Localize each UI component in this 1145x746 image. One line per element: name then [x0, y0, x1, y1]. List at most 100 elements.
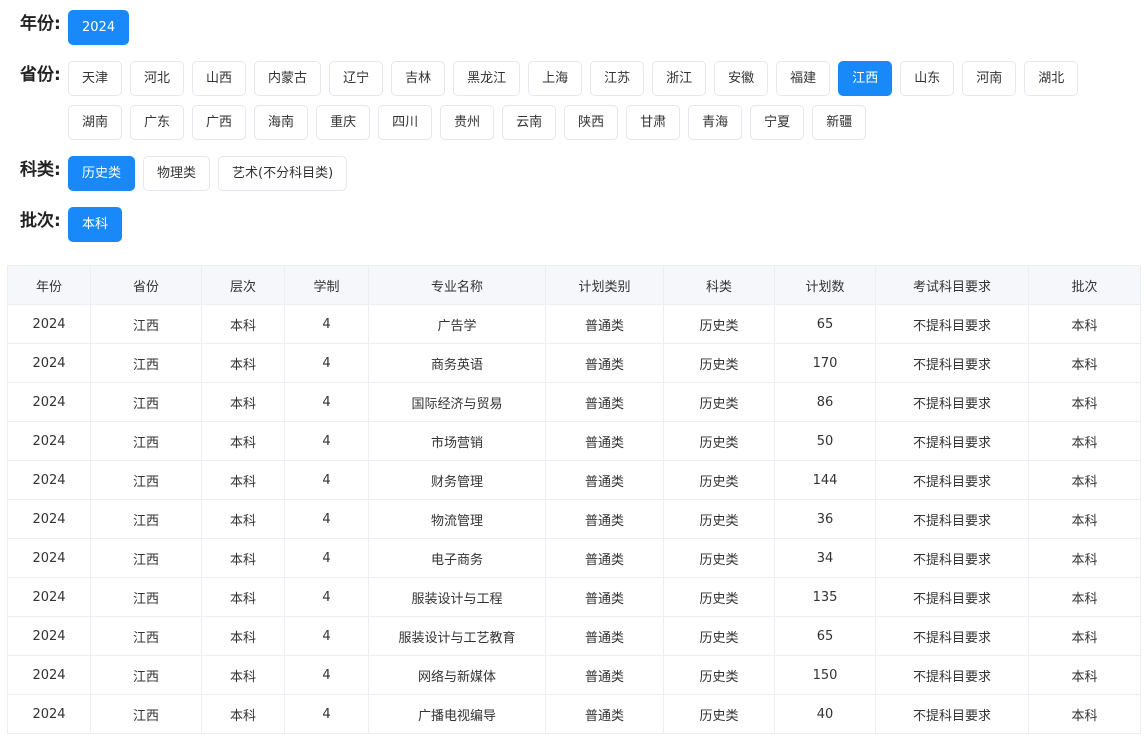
table-cell: 历史类: [663, 577, 775, 617]
table-cell: 本科: [1028, 304, 1141, 344]
table-cell: 4: [284, 694, 369, 734]
province-option[interactable]: 广西: [192, 105, 247, 140]
province-option[interactable]: 福建: [776, 61, 831, 96]
table-row: 2024 江西 本科 4 服装设计与工程 普通类 历史类 135 不提科目要求 本科: [7, 577, 1141, 617]
province-option[interactable]: 重庆: [316, 105, 371, 140]
province-option[interactable]: 陕西: [564, 105, 619, 140]
year-filter-label: 年份:: [20, 14, 61, 34]
table-cell: 86: [774, 382, 876, 422]
table-cell: 2024: [7, 616, 91, 656]
province-option[interactable]: 云南: [502, 105, 557, 140]
province-option[interactable]: 山西: [192, 61, 247, 96]
column-header: 科类: [663, 265, 775, 305]
province-option[interactable]: 上海: [528, 61, 583, 96]
province-option[interactable]: 辽宁: [329, 61, 384, 96]
table-cell: 不提科目要求: [875, 616, 1029, 656]
table-cell: 本科: [201, 538, 285, 578]
table-cell: 历史类: [663, 343, 775, 383]
province-option[interactable]: 河南: [962, 61, 1017, 96]
table-cell: 普通类: [545, 577, 664, 617]
table-cell: 不提科目要求: [875, 538, 1029, 578]
province-option[interactable]: 吉林: [391, 61, 446, 96]
table-cell: 国际经济与贸易: [368, 382, 546, 422]
table-cell: 本科: [1028, 616, 1141, 656]
table-row: 2024 江西 本科 4 广告学 普通类 历史类 65 不提科目要求 本科: [7, 304, 1141, 344]
year-option[interactable]: 2024: [68, 10, 130, 45]
table-cell: 普通类: [545, 655, 664, 695]
table-cell: 广告学: [368, 304, 546, 344]
table-cell: 历史类: [663, 382, 775, 422]
province-option[interactable]: 宁夏: [750, 105, 805, 140]
batch-filter: 批次: 本科: [20, 207, 123, 242]
province-option[interactable]: 湖北: [1024, 61, 1079, 96]
province-option[interactable]: 山东: [900, 61, 955, 96]
province-option[interactable]: 江西: [838, 61, 893, 96]
province-option[interactable]: 四川: [378, 105, 433, 140]
table-cell: 2024: [7, 499, 91, 539]
table-cell: 历史类: [663, 499, 775, 539]
table-cell: 江西: [90, 616, 202, 656]
table-cell: 本科: [201, 577, 285, 617]
subject-option[interactable]: 物理类: [143, 156, 211, 191]
table-cell: 普通类: [545, 343, 664, 383]
province-option[interactable]: 天津: [68, 61, 123, 96]
province-option[interactable]: 新疆: [812, 105, 867, 140]
table-cell: 4: [284, 577, 369, 617]
column-header: 考试科目要求: [875, 265, 1029, 305]
column-header: 批次: [1028, 265, 1141, 305]
table-cell: 144: [774, 460, 876, 500]
table-cell: 普通类: [545, 538, 664, 578]
province-option[interactable]: 内蒙古: [254, 61, 322, 96]
table-cell: 普通类: [545, 694, 664, 734]
province-option[interactable]: 广东: [130, 105, 185, 140]
batch-options: 本科: [68, 207, 123, 242]
table-cell: 江西: [90, 421, 202, 461]
table-cell: 150: [774, 655, 876, 695]
table-cell: 本科: [201, 694, 285, 734]
table-cell: 江西: [90, 694, 202, 734]
table-cell: 普通类: [545, 304, 664, 344]
table-cell: 4: [284, 460, 369, 500]
province-option[interactable]: 贵州: [440, 105, 495, 140]
province-option[interactable]: 湖南: [68, 105, 123, 140]
table-cell: 本科: [1028, 655, 1141, 695]
batch-filter-label: 批次:: [20, 211, 61, 231]
table-cell: 135: [774, 577, 876, 617]
table-cell: 本科: [201, 499, 285, 539]
province-option[interactable]: 黑龙江: [453, 61, 521, 96]
province-filter: 省份: 天津 河北 山西 内蒙古 辽宁 吉林 黑龙江 上海 江苏 浙江 安徽 福建 江西 山东 河南 湖北 湖南…: [20, 61, 1140, 140]
table-cell: 2024: [7, 694, 91, 734]
province-option[interactable]: 安徽: [714, 61, 769, 96]
province-option[interactable]: 浙江: [652, 61, 707, 96]
table-cell: 江西: [90, 499, 202, 539]
column-header: 学制: [284, 265, 369, 305]
column-header: 计划类别: [545, 265, 664, 305]
province-option[interactable]: 河北: [130, 61, 185, 96]
table-cell: 2024: [7, 421, 91, 461]
batch-option[interactable]: 本科: [68, 207, 123, 242]
table-cell: 物流管理: [368, 499, 546, 539]
table-cell: 不提科目要求: [875, 421, 1029, 461]
table-cell: 历史类: [663, 694, 775, 734]
province-option[interactable]: 青海: [688, 105, 743, 140]
table-cell: 本科: [1028, 538, 1141, 578]
table-row: 2024 江西 本科 4 服装设计与工艺教育 普通类 历史类 65 不提科目要求 本科: [7, 616, 1141, 656]
table-cell: 广播电视编导: [368, 694, 546, 734]
table-cell: 本科: [1028, 421, 1141, 461]
table-cell: 普通类: [545, 382, 664, 422]
table-cell: 50: [774, 421, 876, 461]
table-cell: 34: [774, 538, 876, 578]
table-cell: 本科: [201, 343, 285, 383]
province-option[interactable]: 江苏: [590, 61, 645, 96]
table-header-row: 年份 省份 层次 学制 专业名称 计划类别 科类 计划数 考试科目要求 批次: [7, 265, 1141, 305]
province-option[interactable]: 甘肃: [626, 105, 681, 140]
table-cell: 本科: [201, 304, 285, 344]
table-cell: 财务管理: [368, 460, 546, 500]
subject-option[interactable]: 艺术(不分科目类): [218, 156, 348, 191]
province-option[interactable]: 海南: [254, 105, 309, 140]
table-cell: 2024: [7, 538, 91, 578]
subject-option[interactable]: 历史类: [68, 156, 136, 191]
table-cell: 2024: [7, 304, 91, 344]
table-cell: 历史类: [663, 616, 775, 656]
enrollment-plan-table: 年份 省份 层次 学制 专业名称 计划类别 科类 计划数 考试科目要求 批次 2024 江西 本科 4 广…: [7, 265, 1141, 734]
